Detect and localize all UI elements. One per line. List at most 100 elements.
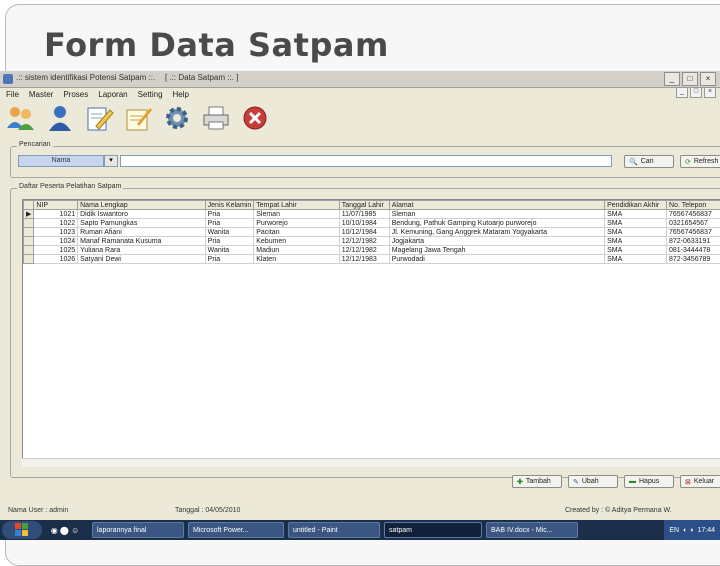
hapus-button[interactable]: ▬ Hapus — [624, 475, 674, 488]
exit-icon[interactable] — [237, 102, 272, 134]
cell-nama: Satyani Dewi — [78, 255, 206, 264]
column-header-telepon[interactable]: No. Telepon — [667, 201, 720, 210]
menu-laporan[interactable]: Laporan — [92, 90, 131, 99]
task-paint[interactable]: untitled - Paint — [288, 522, 380, 538]
cell-telepon: 872-0633191 — [667, 237, 720, 246]
plus-icon: ✚ — [517, 478, 523, 486]
minimize-button[interactable]: _ — [664, 72, 680, 86]
tambah-button[interactable]: ✚ Tambah — [512, 475, 562, 488]
cell-telepon: 081-3444478 — [667, 246, 720, 255]
horizontal-scrollbar[interactable] — [22, 458, 720, 467]
ubah-button[interactable]: ✎ Ubah — [568, 475, 618, 488]
row-selector[interactable] — [24, 237, 34, 246]
task-word[interactable]: BAB IV.docx - Mic... — [486, 522, 578, 538]
table-row[interactable]: 1025 Yuliana Rara Wanita Madiun 12/12/19… — [24, 246, 720, 255]
cell-alamat: Bendung, Pathuk Gamping Kutoarjo purwore… — [389, 219, 604, 228]
cell-tempat-lahir: Kebumen — [254, 237, 340, 246]
clock: 17:44 — [697, 527, 715, 534]
search-field-select[interactable]: Nama — [18, 155, 104, 167]
menu-setting[interactable]: Setting — [132, 90, 167, 99]
gear-icon[interactable] — [159, 102, 194, 134]
row-selector[interactable] — [24, 246, 34, 255]
menu-bar: File Master Proses Laporan Setting Help — [0, 88, 720, 100]
task-laporannya[interactable]: laporannya final — [92, 522, 184, 538]
cell-nip: 1026 — [34, 255, 78, 264]
data-grid[interactable]: NIP Nama Lengkap Jenis Kelamin Tempat La… — [22, 199, 720, 467]
table-row[interactable]: 1022 Sapto Pamungkas Pria Purworejo 10/1… — [24, 219, 720, 228]
cell-pendidikan: SMA — [605, 237, 667, 246]
status-date: Tanggal : 04/05/2010 — [175, 507, 240, 514]
app-icon — [3, 74, 13, 84]
notepad-icon[interactable] — [120, 102, 155, 134]
menu-help[interactable]: Help — [167, 90, 193, 99]
keluar-button[interactable]: ⊠ Keluar — [680, 475, 720, 488]
user-icon[interactable] — [42, 102, 77, 134]
child-minimize-button[interactable]: _ — [676, 87, 688, 98]
column-header-nama[interactable]: Nama Lengkap — [78, 201, 206, 210]
cell-tempat-lahir: Klaten — [254, 255, 340, 264]
column-header-tanggal-lahir[interactable]: Tanggal Lahir — [339, 201, 389, 210]
cell-tanggal-lahir: 10/10/1984 — [339, 219, 389, 228]
cell-jenis-kelamin: Wanita — [205, 228, 254, 237]
hapus-button-label: Hapus — [639, 478, 659, 485]
row-selector-header — [24, 201, 34, 210]
table-row[interactable]: 1024 Manaf Ramanata Kusuma Pria Kebumen … — [24, 237, 720, 246]
menu-file[interactable]: File — [0, 90, 23, 99]
language-indicator[interactable]: EN — [669, 527, 679, 534]
windows-logo-icon — [15, 523, 29, 537]
column-header-pendidikan[interactable]: Pendidikan Akhir — [605, 201, 667, 210]
cell-pendidikan: SMA — [605, 210, 667, 219]
window-titlebar[interactable]: .:: sistem identifikasi Potensi Satpam :… — [0, 71, 720, 88]
cell-pendidikan: SMA — [605, 246, 667, 255]
menu-master[interactable]: Master — [23, 90, 57, 99]
row-selector[interactable] — [24, 219, 34, 228]
users-icon[interactable] — [3, 102, 38, 134]
child-close-button[interactable]: × — [704, 87, 716, 98]
inner-window-tab[interactable]: [ .:: Data Satpam ::. ] — [165, 73, 238, 82]
cell-tempat-lahir: Sleman — [254, 210, 340, 219]
column-header-jenis-kelamin[interactable]: Jenis Kelamin — [205, 201, 254, 210]
refresh-icon: ⟳ — [685, 158, 691, 166]
quicklaunch-icons[interactable]: ◉ ⬤ ☺ — [42, 526, 88, 535]
edit-arrow-icon: ✎ — [573, 478, 579, 486]
cell-nama: Manaf Ramanata Kusuma — [78, 237, 206, 246]
cell-nip: 1025 — [34, 246, 78, 255]
search-icon: 🔍 — [629, 158, 638, 166]
cell-tanggal-lahir: 12/12/1982 — [339, 246, 389, 255]
maximize-button[interactable]: □ — [682, 72, 698, 86]
cell-tanggal-lahir: 10/12/1984 — [339, 228, 389, 237]
cell-nama: Didik Iswantoro — [78, 210, 206, 219]
printer-icon[interactable] — [198, 102, 233, 134]
search-button[interactable]: 🔍 Cari — [624, 155, 674, 168]
menu-proses[interactable]: Proses — [57, 90, 92, 99]
cell-tanggal-lahir: 12/12/1983 — [339, 255, 389, 264]
chevron-down-icon[interactable]: ▾ — [104, 155, 118, 167]
start-button[interactable] — [2, 521, 42, 539]
column-header-nip[interactable]: NIP — [34, 201, 78, 210]
cell-nip: 1022 — [34, 219, 78, 228]
cell-jenis-kelamin: Wanita — [205, 246, 254, 255]
row-selector-icon[interactable]: ▶ — [24, 210, 34, 219]
child-maximize-button[interactable]: □ — [690, 87, 702, 98]
row-selector[interactable] — [24, 228, 34, 237]
task-satpam[interactable]: satpam — [384, 522, 482, 538]
cell-alamat: Magelang Jawa Tengah — [389, 246, 604, 255]
table-row[interactable]: 1026 Satyani Dewi Pria Klaten 12/12/1983… — [24, 255, 720, 264]
cell-jenis-kelamin: Pria — [205, 237, 254, 246]
cell-alamat: Jl. Kemuning, Gang Anggrek Mataram Yogya… — [389, 228, 604, 237]
table-row[interactable]: 1023 Rumari Afiani Wanita Pacitan 10/12/… — [24, 228, 720, 237]
table-row[interactable]: ▶ 1021 Didik Iswantoro Pria Sleman 11/07… — [24, 210, 720, 219]
row-selector[interactable] — [24, 255, 34, 264]
edit-icon[interactable] — [81, 102, 116, 134]
refresh-button-label: Refresh — [694, 158, 719, 165]
search-input[interactable] — [120, 155, 612, 167]
refresh-button[interactable]: ⟳ Refresh — [680, 155, 720, 168]
column-header-alamat[interactable]: Alamat — [389, 201, 604, 210]
table-group-label: Daftar Peserta Pelatihan Satpam — [17, 183, 123, 190]
slide-title: Form Data Satpam — [44, 26, 389, 64]
close-button[interactable]: × — [700, 72, 716, 86]
tray-icons[interactable]: ◐ ◑ — [683, 527, 693, 534]
task-powerpoint[interactable]: Microsoft Power... — [188, 522, 284, 538]
column-header-tempat-lahir[interactable]: Tempat Lahir — [254, 201, 340, 210]
cell-nip: 1021 — [34, 210, 78, 219]
